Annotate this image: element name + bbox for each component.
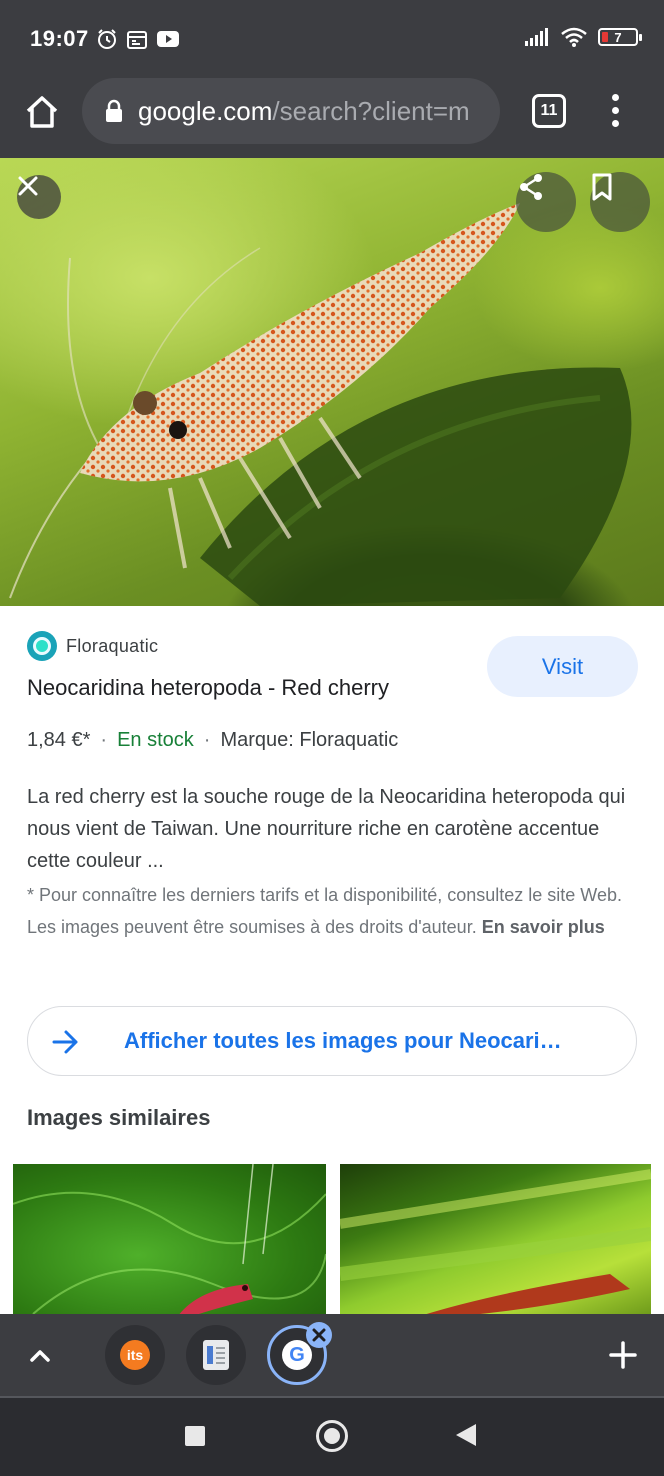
menu-dot [612,107,619,114]
url-domain: google.com [138,95,273,126]
tab-its[interactable]: its [105,1325,165,1385]
status-time: 19:07 [30,26,89,51]
tab-strip: its G [0,1314,664,1396]
battery-icon: 7 [598,28,642,46]
thumbnail-image [13,1164,326,1316]
similar-image-thumbnail[interactable] [340,1164,651,1316]
its-favicon-icon: its [120,1340,150,1370]
arrow-right-icon [52,1030,78,1054]
disclaimer-note: * Pour connaître les derniers tarifs et … [27,879,627,943]
lock-icon [106,99,122,122]
similar-image-thumbnail[interactable] [13,1164,326,1316]
view-all-images-label: Afficher toutes les images pour Neocari… [124,1028,562,1053]
nav-divider [0,1396,664,1398]
google-favicon-icon: G [282,1340,312,1370]
view-all-images-button[interactable]: Afficher toutes les images pour Neocari… [27,1006,637,1076]
product-price: 1,84 €* [27,729,91,751]
product-brand: Marque: Floraquatic [220,729,399,751]
url-bar[interactable]: google.com/search?client=m [82,78,500,144]
share-button[interactable] [516,172,576,232]
browser-toolbar: google.com/search?client=m 11 [0,78,664,158]
product-description: La red cherry est la souche rouge de la … [27,786,626,872]
signal-icon [525,28,548,46]
system-nav-bar [0,1396,664,1476]
close-icon [312,1328,326,1342]
tab-document[interactable] [186,1325,246,1385]
visit-button[interactable]: Visit [487,636,638,697]
chevron-up-icon [30,1350,50,1362]
product-meta: 1,84 €* · En stock · Marque: Floraquatic [27,729,398,752]
save-button[interactable] [590,172,650,232]
home-nav-button[interactable] [316,1420,348,1452]
floraquatic-logo-icon [27,631,57,661]
url-text: google.com/search?client=m [138,96,470,127]
url-path: /search?client=m [272,95,470,126]
close-icon [18,176,38,196]
thumbnail-image [340,1169,651,1316]
separator-dot: · [203,729,211,751]
plus-icon [609,1341,637,1369]
stock-status: En stock [117,729,194,751]
source-row[interactable]: Floraquatic [27,631,158,661]
new-tab-button[interactable] [606,1338,640,1372]
status-bar: 19:07 7 [0,0,664,78]
alarm-icon [98,29,116,49]
home-icon [26,96,58,128]
image-preview[interactable] [0,158,664,606]
tab-switcher-button[interactable]: 11 [532,94,566,128]
recents-button[interactable] [185,1426,205,1446]
home-button[interactable] [20,90,64,134]
document-favicon-icon [203,1340,229,1370]
close-tab-button[interactable] [306,1322,332,1348]
status-system-icons: 7 [524,26,642,48]
learn-more-link[interactable]: En savoir plus [482,917,605,937]
overflow-menu-button[interactable] [606,94,626,128]
youtube-icon [157,31,179,47]
product-title[interactable]: Neocaridina heteropoda - Red cherry [27,675,389,701]
menu-dot [612,94,619,101]
source-name: Floraquatic [66,635,159,656]
status-notification-icons [96,28,180,50]
battery-level: 7 [614,29,622,45]
calendar-icon [127,31,147,49]
menu-dot [612,120,619,127]
separator-dot: · [100,729,108,751]
wifi-icon [561,27,587,47]
tab-count: 11 [540,102,558,119]
back-button[interactable] [456,1424,476,1446]
bookmark-icon [592,173,612,201]
share-icon [520,174,542,200]
similar-images-heading: Images similaires [27,1105,211,1130]
expand-tabs-button[interactable] [24,1340,56,1372]
close-preview-button[interactable] [17,175,61,219]
